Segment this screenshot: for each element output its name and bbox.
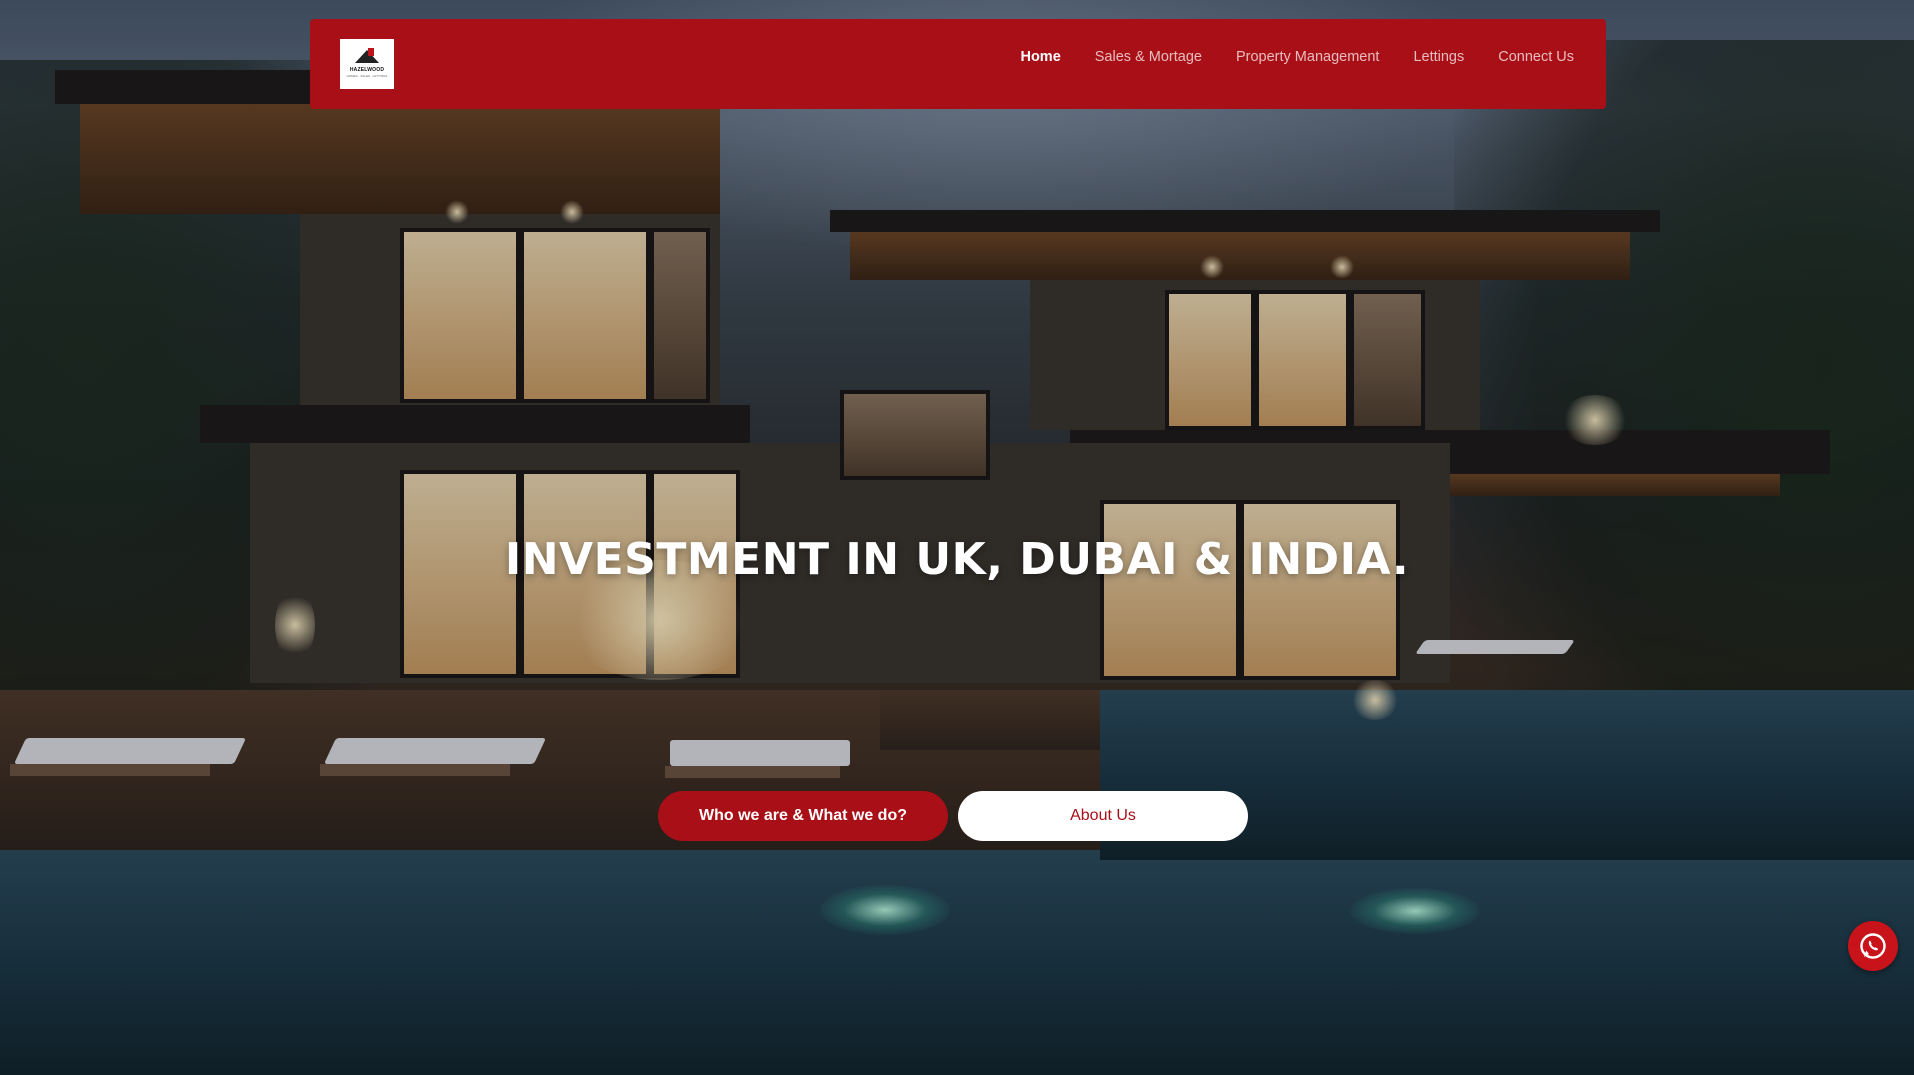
logo-tagline: HOMES · SALES · LETTINGS bbox=[346, 74, 388, 78]
top-navbar: HAZELWOOD HOMES · SALES · LETTINGS Home … bbox=[310, 19, 1606, 109]
brand-logo[interactable]: HAZELWOOD HOMES · SALES · LETTINGS bbox=[340, 39, 394, 89]
whatsapp-button[interactable] bbox=[1848, 921, 1898, 971]
house-roof-icon bbox=[355, 50, 379, 63]
nav-item-sales-mortage[interactable]: Sales & Mortage bbox=[1095, 49, 1202, 65]
about-us-button[interactable]: About Us bbox=[958, 791, 1248, 841]
nav-item-lettings[interactable]: Lettings bbox=[1413, 49, 1464, 65]
hero-headline: INVESTMENT IN UK, DUBAI & INDIA. bbox=[504, 534, 1410, 586]
chimney-icon bbox=[368, 48, 374, 56]
logo-wordmark: HAZELWOOD bbox=[349, 67, 385, 73]
nav-menu: Home Sales & Mortage Property Management… bbox=[1020, 49, 1574, 65]
whatsapp-icon bbox=[1860, 933, 1886, 959]
who-we-are-button[interactable]: Who we are & What we do? bbox=[658, 791, 948, 841]
nav-item-home[interactable]: Home bbox=[1020, 49, 1060, 65]
nav-item-property-management[interactable]: Property Management bbox=[1236, 49, 1379, 65]
nav-item-connect-us[interactable]: Connect Us bbox=[1498, 49, 1574, 65]
